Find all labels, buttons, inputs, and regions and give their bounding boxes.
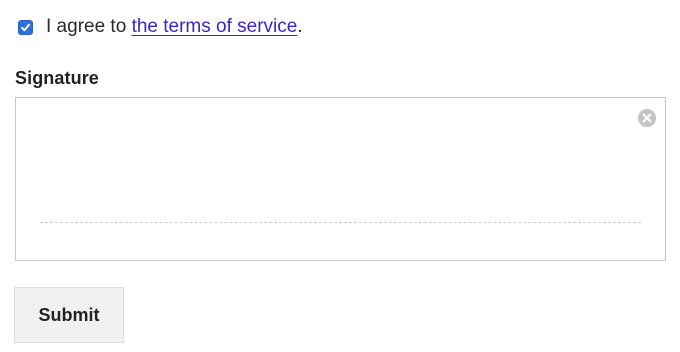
agree-text-after: . — [297, 16, 303, 37]
clear-circle-x-icon[interactable] — [637, 108, 657, 128]
agree-checkbox[interactable] — [18, 19, 33, 35]
signature-pad[interactable] — [15, 97, 666, 261]
terms-of-service-link[interactable]: the terms of service — [132, 16, 298, 37]
agree-text-before: I agree to — [46, 16, 132, 37]
form-page: I agree to the terms of service. Signatu… — [0, 0, 680, 352]
signature-label: Signature — [15, 68, 99, 88]
checkmark-icon — [21, 23, 30, 31]
signature-baseline — [40, 222, 641, 223]
submit-button[interactable]: Submit — [14, 287, 124, 343]
agree-row: I agree to the terms of service. — [18, 14, 303, 40]
agree-label: I agree to the terms of service. — [46, 14, 303, 40]
